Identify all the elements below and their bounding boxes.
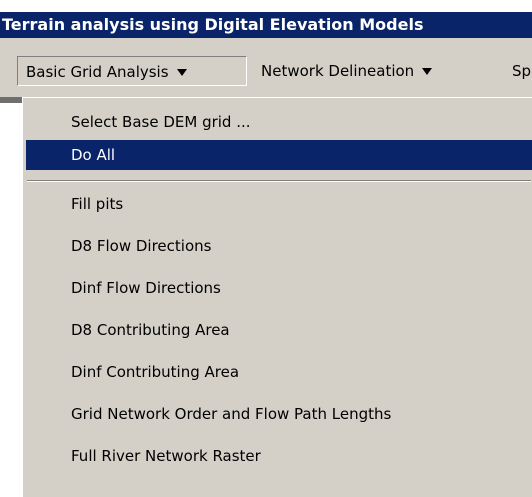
menu-item-d8-flow-directions[interactable]: D8 Flow Directions [26, 231, 532, 261]
toolbar-title: Terrain analysis using Digital Elevation… [0, 12, 532, 38]
menu-partial-label: Sp [512, 62, 532, 80]
dropdown-arrow-icon [422, 68, 433, 75]
menu-bar: Basic Grid Analysis Network Delineation … [0, 38, 532, 98]
menu-partial[interactable]: Sp [504, 56, 532, 86]
menu-network-delineation-label: Network Delineation [261, 62, 415, 80]
menu-separator [27, 180, 531, 182]
menu-item-full-river-network-raster[interactable]: Full River Network Raster [26, 441, 532, 471]
menu-basic-grid-analysis-label: Basic Grid Analysis [26, 63, 169, 81]
menu-item-dinf-flow-directions[interactable]: Dinf Flow Directions [26, 273, 532, 303]
cropped-top-strip [0, 0, 532, 12]
menu-item-do-all[interactable]: Do All [26, 140, 532, 170]
menu-item-fill-pits[interactable]: Fill pits [26, 189, 532, 219]
menu-item-dinf-contributing-area[interactable]: Dinf Contributing Area [26, 357, 532, 387]
menu-item-grid-network-order[interactable]: Grid Network Order and Flow Path Lengths [26, 399, 532, 429]
dropdown-arrow-icon [176, 69, 187, 76]
dropdown-menu: Select Base DEM grid ... Do All Fill pit… [22, 97, 532, 497]
menu-item-select-base-dem[interactable]: Select Base DEM grid ... [26, 107, 532, 137]
menu-network-delineation[interactable]: Network Delineation [253, 56, 440, 86]
menu-item-d8-contributing-area[interactable]: D8 Contributing Area [26, 315, 532, 345]
menu-basic-grid-analysis[interactable]: Basic Grid Analysis [17, 56, 247, 86]
